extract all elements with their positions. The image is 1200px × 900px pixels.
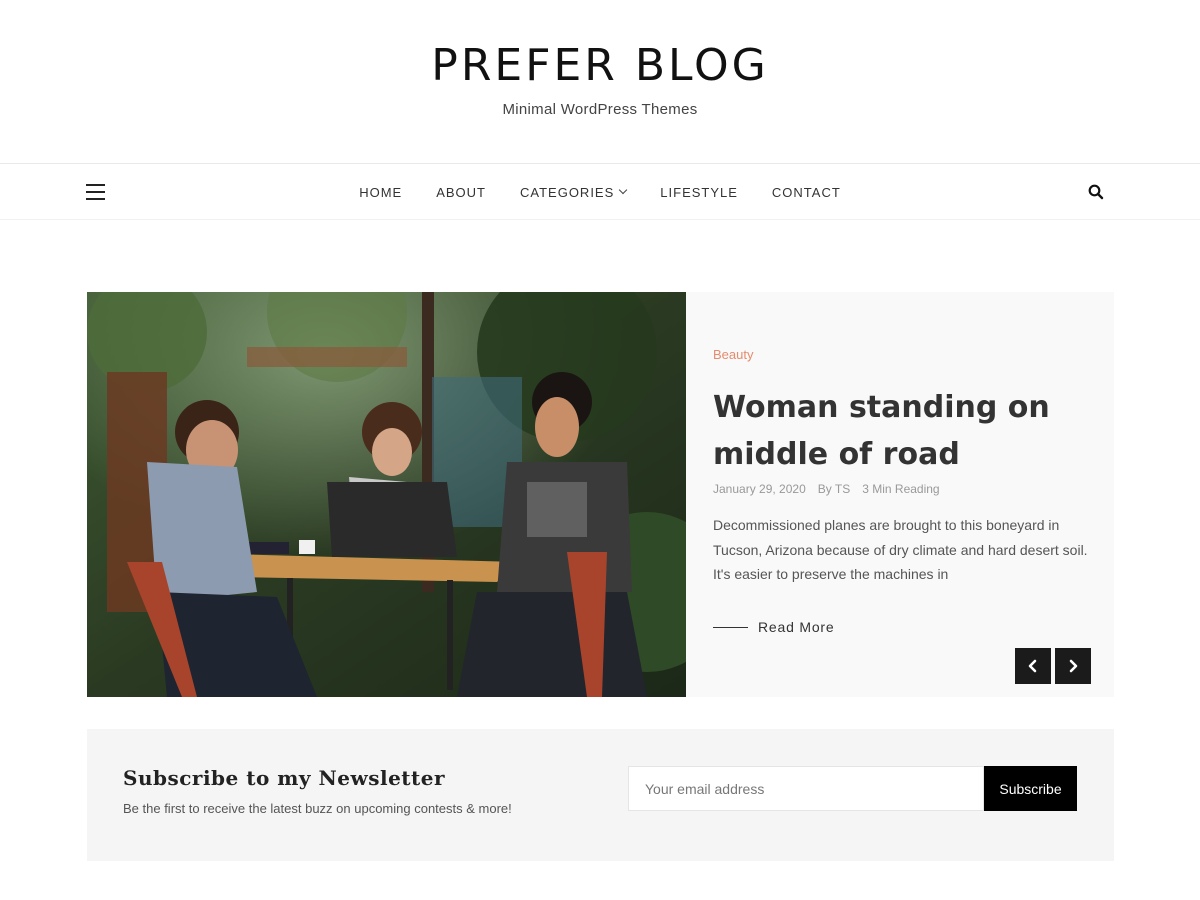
newsletter-section: Subscribe to my Newsletter Be the first …	[87, 729, 1114, 861]
post-meta: January 29, 2020 By TS 3 Min Reading	[713, 482, 952, 496]
nav-item-contact[interactable]: CONTACT	[772, 185, 841, 200]
post-author[interactable]: By TS	[818, 482, 850, 496]
featured-content: Beauty Woman standing on middle of road …	[713, 292, 1093, 697]
read-more-link[interactable]: Read More	[713, 619, 834, 635]
chevron-right-icon	[1069, 659, 1078, 673]
nav-item-about[interactable]: ABOUT	[436, 185, 486, 200]
nav-item-lifestyle[interactable]: LIFESTYLE	[660, 185, 738, 200]
site-title[interactable]: PREFER BLOG	[0, 40, 1200, 91]
chevron-down-icon	[619, 185, 628, 195]
nav-item-home[interactable]: HOME	[359, 185, 402, 200]
nav-item-label: HOME	[359, 184, 403, 200]
post-excerpt: Decommissioned planes are brought to thi…	[713, 517, 1088, 582]
post-reading-time: 3 Min Reading	[862, 482, 940, 496]
nav-item-label: CATEGORIES	[520, 184, 615, 200]
email-input[interactable]	[628, 766, 984, 811]
search-icon[interactable]	[1088, 184, 1104, 200]
slider-next-button[interactable]	[1055, 648, 1091, 684]
post-date[interactable]: January 29, 2020	[713, 482, 806, 496]
slider-prev-button[interactable]	[1015, 648, 1051, 684]
site-tagline: Minimal WordPress Themes	[502, 101, 698, 118]
subscribe-button[interactable]: Subscribe	[984, 766, 1077, 811]
newsletter-subtitle: Be the first to receive the latest buzz …	[123, 801, 512, 816]
read-more-label: Read More	[758, 619, 835, 635]
post-title[interactable]: Woman standing on middle of road	[713, 384, 1093, 478]
chevron-left-icon	[1028, 659, 1037, 673]
nav-item-categories[interactable]: CATEGORIES	[520, 184, 628, 200]
nav-item-label: ABOUT	[436, 184, 486, 200]
featured-slider: Beauty Woman standing on middle of road …	[87, 292, 1114, 697]
read-more-line	[713, 626, 748, 628]
nav-item-label: LIFESTYLE	[660, 184, 738, 200]
post-category-link[interactable]: Beauty	[713, 347, 753, 362]
main-navigation: HOME ABOUT CATEGORIES LIFESTYLE CONTACT	[0, 163, 1200, 220]
featured-image[interactable]	[87, 292, 686, 697]
nav-item-label: CONTACT	[771, 184, 841, 200]
newsletter-title: Subscribe to my Newsletter	[123, 766, 446, 790]
nav-menu: HOME ABOUT CATEGORIES LIFESTYLE CONTACT	[0, 164, 1200, 220]
site-header: PREFER BLOG Minimal WordPress Themes	[0, 0, 1200, 164]
